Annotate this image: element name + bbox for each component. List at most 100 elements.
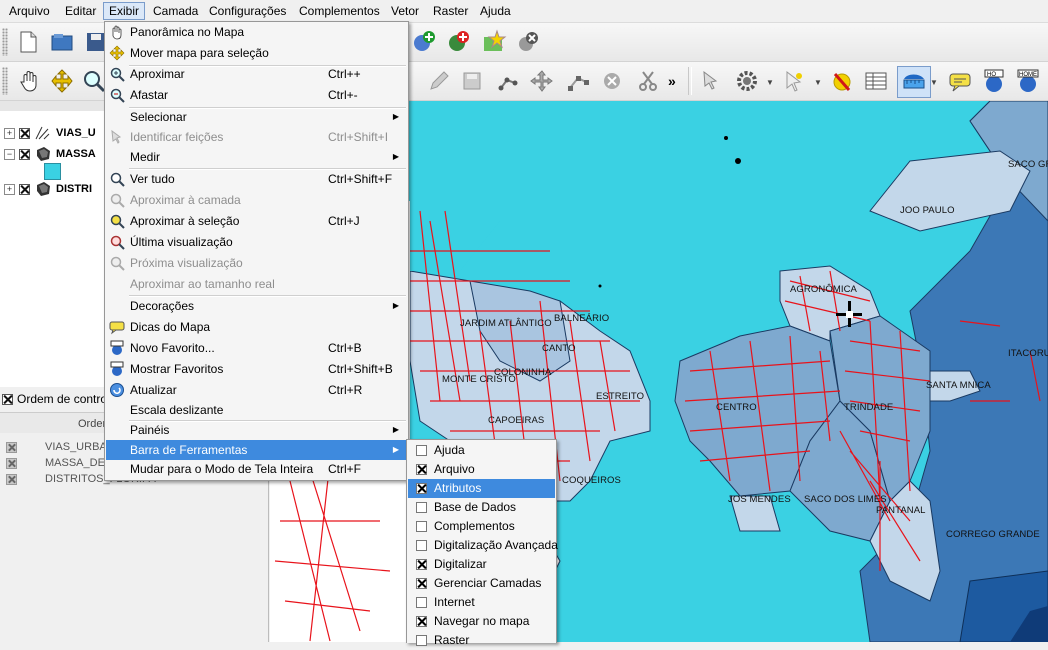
toolbar-grip[interactable] <box>2 67 8 95</box>
show-bookmarks-icon[interactable]: HOME <box>1014 67 1042 95</box>
pencil-icon[interactable] <box>425 67 453 95</box>
toolbar-toggle-base-de-dados[interactable]: Base de Dados <box>408 498 555 517</box>
layer-visibility-checkbox[interactable] <box>19 183 30 195</box>
polygon-layer-icon <box>37 182 50 196</box>
toolbar-toggle-complementos[interactable]: Complementos <box>408 517 555 536</box>
toolbar-checkbox[interactable] <box>416 597 427 608</box>
toolbar-checkbox[interactable] <box>416 578 427 589</box>
menu-entry-map-tips[interactable]: Dicas do Mapa <box>106 317 407 337</box>
menu-entry-scale-slider[interactable]: Escala deslizante <box>106 400 407 420</box>
menu-entry-zoom-last[interactable]: Última visualização <box>106 232 407 252</box>
toolbar-checkbox[interactable] <box>416 521 427 532</box>
menu-entry-zoom-out[interactable]: Afastar Ctrl+- <box>106 85 407 105</box>
new-project-icon[interactable] <box>14 28 42 56</box>
toolbar-toggle-gerenciar-camadas[interactable]: Gerenciar Camadas <box>408 574 555 593</box>
open-project-icon[interactable] <box>48 28 76 56</box>
menu-entry-fullscreen[interactable]: Mudar para o Modo de Tela Inteira Ctrl+F <box>106 459 407 479</box>
remove-layer-icon[interactable] <box>514 28 542 56</box>
layer-visibility-checkbox[interactable] <box>19 148 30 160</box>
layer-row-distritos[interactable]: + DISTRI <box>4 180 92 198</box>
toolbar-checkbox[interactable] <box>416 445 427 456</box>
menu-entry-decoracoes[interactable]: Decorações ▶ <box>106 296 407 316</box>
toolbar-checkbox[interactable] <box>416 502 427 513</box>
menu-entry-refresh[interactable]: Atualizar Ctrl+R <box>106 380 407 400</box>
delete-selected-icon[interactable] <box>598 67 626 95</box>
new-map-star-icon[interactable] <box>480 28 508 56</box>
menu-entry-zoom-selection[interactable]: Aproximar à seleção Ctrl+J <box>106 211 407 231</box>
order-item-checkbox[interactable] <box>6 441 17 453</box>
toolbar-grip[interactable] <box>2 28 8 56</box>
attribute-table-icon[interactable] <box>862 67 890 95</box>
order-item-checkbox[interactable] <box>6 473 17 485</box>
order-item[interactable]: MASSA_DE_ <box>6 457 111 469</box>
node-tool-icon[interactable] <box>564 67 592 95</box>
measure-line-icon[interactable] <box>897 66 931 98</box>
add-wms-layer-icon[interactable] <box>444 28 472 56</box>
expand-icon[interactable]: + <box>4 183 15 195</box>
menu-entry-selecionar[interactable]: Selecionar ▶ <box>106 107 407 127</box>
expand-icon[interactable]: + <box>4 127 15 139</box>
add-feature-icon[interactable] <box>494 67 522 95</box>
menu-entry-label: Próxima visualização <box>130 256 243 270</box>
new-bookmark-icon[interactable]: HO <box>980 67 1008 95</box>
menu-entry-pan-selection[interactable]: Mover mapa para seleção <box>106 43 407 63</box>
toolbar-checkbox[interactable] <box>416 540 427 551</box>
toolbar-toggle-ajuda[interactable]: Ajuda <box>408 441 555 460</box>
toolbar-toggle-navegar[interactable]: Navegar no mapa <box>408 612 555 631</box>
toolbar-toggle-digitalizar[interactable]: Digitalizar <box>408 555 555 574</box>
menu-entry-medir[interactable]: Medir ▶ <box>106 147 407 167</box>
deselect-all-icon[interactable] <box>828 67 856 95</box>
menu-complementos[interactable]: Complementos <box>294 2 385 20</box>
menu-entry-show-bookmarks[interactable]: Mostrar Favoritos Ctrl+Shift+B <box>106 359 407 379</box>
chevron-down-icon[interactable]: ▼ <box>930 78 938 87</box>
menu-exibir[interactable]: Exibir <box>103 2 146 20</box>
toolbar-checkbox[interactable] <box>416 464 427 475</box>
pan-hand-icon[interactable] <box>16 67 44 95</box>
menu-entry-new-bookmark[interactable]: Novo Favorito... Ctrl+B <box>106 338 407 358</box>
add-layer-plus-icon[interactable] <box>410 28 438 56</box>
toolbars-submenu: Ajuda Arquivo Atributos Base de Dados Co… <box>406 439 558 647</box>
toolbar-checkbox[interactable] <box>416 616 427 627</box>
menu-entry-zoom-full[interactable]: Ver tudo Ctrl+Shift+F <box>106 169 407 189</box>
toolbar-checkbox[interactable] <box>416 559 427 570</box>
toolbar-toggle-digitalizacao-avancada[interactable]: Digitalização Avançada <box>408 536 558 555</box>
select-features-icon[interactable] <box>780 67 808 95</box>
layer-row-massa[interactable]: − MASSA <box>4 145 96 163</box>
toolbar-toggle-label: Ajuda <box>434 443 465 457</box>
menu-camada[interactable]: Camada <box>148 2 203 20</box>
menu-editar[interactable]: Editar <box>60 2 101 20</box>
map-tips-icon[interactable] <box>946 67 974 95</box>
toolbar-overflow-icon[interactable]: » <box>668 73 676 89</box>
toolbar-toggle-atributos[interactable]: Atributos <box>408 479 555 498</box>
identify-features-icon[interactable] <box>698 67 726 95</box>
toolbar-toggle-internet[interactable]: Internet <box>408 593 555 612</box>
menu-entry-paineis[interactable]: Painéis ▶ <box>106 420 407 440</box>
order-control-checkbox[interactable] <box>2 393 13 405</box>
layer-row-vias[interactable]: + VIAS_U <box>4 124 96 142</box>
layer-visibility-checkbox[interactable] <box>19 127 30 139</box>
toolbar-checkbox[interactable] <box>416 483 427 494</box>
move-feature-icon[interactable] <box>528 67 556 95</box>
cut-features-icon[interactable] <box>634 67 662 95</box>
menu-arquivo[interactable]: Arquivo <box>4 2 55 20</box>
pan-to-selection-icon[interactable] <box>48 67 76 95</box>
menu-entry-label: Mostrar Favoritos <box>130 362 224 376</box>
menu-vetor[interactable]: Vetor <box>386 2 424 20</box>
chevron-down-icon[interactable]: ▼ <box>814 78 822 87</box>
toolbar-checkbox[interactable] <box>416 635 427 646</box>
order-control-row[interactable]: Ordem de controle <box>2 392 116 406</box>
order-item-checkbox[interactable] <box>6 457 17 469</box>
menu-raster[interactable]: Raster <box>428 2 473 20</box>
toolbar-toggle-raster[interactable]: Raster <box>408 631 555 650</box>
menu-configuracoes[interactable]: Configurações <box>204 2 291 20</box>
toolbar-toggle-arquivo[interactable]: Arquivo <box>408 460 555 479</box>
save-edits-icon[interactable] <box>458 67 486 95</box>
chevron-down-icon[interactable]: ▼ <box>766 78 774 87</box>
menu-ajuda[interactable]: Ajuda <box>475 2 516 20</box>
order-item[interactable]: VIAS_URBA <box>6 441 107 453</box>
collapse-icon[interactable]: − <box>4 148 15 160</box>
menu-entry-zoom-in[interactable]: Aproximar Ctrl++ <box>106 64 407 84</box>
gear-icon[interactable] <box>734 67 762 95</box>
menu-entry-pan[interactable]: Panorâmica no Mapa <box>106 22 407 42</box>
menu-entry-toolbars[interactable]: Barra de Ferramentas ▶ <box>106 440 407 460</box>
